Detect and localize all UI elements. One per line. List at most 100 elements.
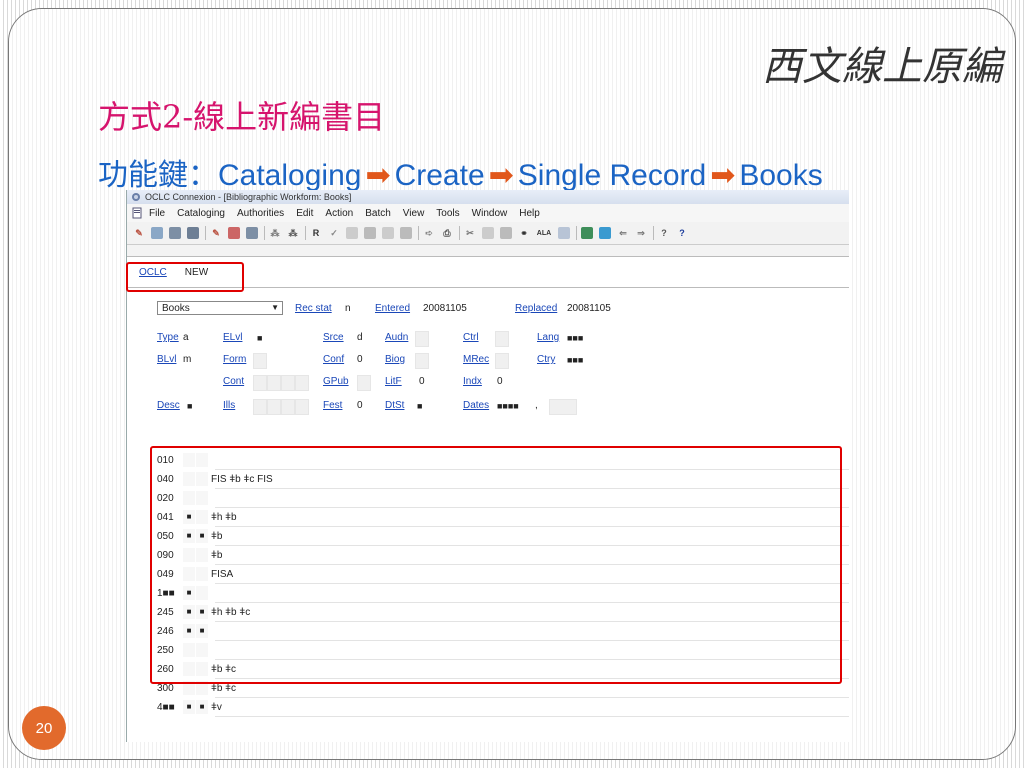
paste-icon[interactable]: [364, 227, 376, 239]
authority-browse-icon[interactable]: [228, 227, 240, 239]
field-label-rec-stat[interactable]: Rec stat: [295, 303, 332, 314]
field-label-litf[interactable]: LitF: [385, 376, 402, 387]
menu-tools[interactable]: Tools: [436, 208, 459, 219]
field-label-cont[interactable]: Cont: [223, 376, 244, 387]
field-label-form[interactable]: Form: [223, 354, 246, 365]
field-value-biog[interactable]: [415, 353, 429, 369]
binoculars-icon[interactable]: ⚭: [518, 227, 530, 239]
field-value-date2[interactable]: [549, 399, 577, 415]
view-icon[interactable]: [599, 227, 611, 239]
field-value-entered[interactable]: 20081105: [423, 303, 467, 314]
field-label-type[interactable]: Type: [157, 332, 179, 343]
field-label-mrec[interactable]: MRec: [463, 354, 489, 365]
field-label-ctry[interactable]: Ctry: [537, 354, 555, 365]
field-value-audn[interactable]: [415, 331, 429, 347]
field-value-cont[interactable]: [253, 375, 309, 391]
field-label-srce[interactable]: Srce: [323, 332, 344, 343]
field-tag[interactable]: 4■■: [157, 700, 183, 715]
ala-icon[interactable]: ALA: [536, 227, 552, 239]
indicator-2[interactable]: ■: [196, 700, 208, 715]
reformat-icon[interactable]: R: [310, 227, 322, 239]
menu-cataloging[interactable]: Cataloging: [177, 208, 225, 219]
menu-help[interactable]: Help: [519, 208, 540, 219]
field-value-dtst[interactable]: ■: [417, 401, 422, 411]
send-icon[interactable]: ➪: [423, 227, 435, 239]
find-all-icon[interactable]: [187, 227, 199, 239]
authority-find-icon[interactable]: [246, 227, 258, 239]
field-label-replaced[interactable]: Replaced: [515, 303, 557, 314]
field-label-gpub[interactable]: GPub: [323, 376, 349, 387]
forward-icon[interactable]: ⇒: [635, 227, 647, 239]
field-label-dates[interactable]: Dates: [463, 400, 489, 411]
copy2-icon[interactable]: [482, 227, 494, 239]
field-label-fest[interactable]: Fest: [323, 400, 342, 411]
field-value-desc[interactable]: ■: [187, 401, 192, 411]
menu-view[interactable]: View: [403, 208, 425, 219]
back-icon[interactable]: ⇐: [617, 227, 629, 239]
menu-action[interactable]: Action: [325, 208, 353, 219]
field-value-lang[interactable]: ■■■: [567, 333, 583, 343]
paste2-icon[interactable]: [500, 227, 512, 239]
recall-icon[interactable]: ⁂: [269, 227, 281, 239]
variable-field-row[interactable]: 4■■ ■ ■ ǂv: [157, 700, 222, 715]
format-select[interactable]: Books ▼: [157, 301, 283, 315]
arrow-right-icon: ➡: [365, 159, 391, 192]
field-content[interactable]: ǂv: [211, 700, 222, 715]
field-label-dtst[interactable]: DtSt: [385, 400, 404, 411]
field-label-ills[interactable]: Ills: [223, 400, 235, 411]
field-label-audn[interactable]: Audn: [385, 332, 408, 343]
browse-icon[interactable]: [151, 227, 163, 239]
field-value-gpub[interactable]: [357, 375, 371, 391]
field-icon[interactable]: [558, 227, 570, 239]
menu-edit[interactable]: Edit: [296, 208, 313, 219]
format-value: Books: [162, 302, 190, 314]
field-value-fest[interactable]: 0: [357, 400, 363, 411]
menu-authorities[interactable]: Authorities: [237, 208, 284, 219]
search-icon[interactable]: ✎: [133, 227, 145, 239]
field-value-conf[interactable]: 0: [357, 354, 363, 365]
field-value-ctry[interactable]: ■■■: [567, 355, 583, 365]
menu-batch[interactable]: Batch: [365, 208, 391, 219]
menu-window[interactable]: Window: [472, 208, 508, 219]
recall-list-icon[interactable]: ⁂: [287, 227, 299, 239]
field-value-form[interactable]: [253, 353, 267, 369]
field-value-replaced[interactable]: 20081105: [567, 303, 611, 314]
field-label-indx[interactable]: Indx: [463, 376, 482, 387]
field-value-litf[interactable]: 0: [419, 376, 425, 387]
field-value-ills[interactable]: [253, 399, 309, 415]
help-icon[interactable]: ?: [658, 227, 670, 239]
field-value-indx[interactable]: 0: [497, 376, 503, 387]
question-icon[interactable]: ?: [676, 227, 688, 239]
field-label-desc[interactable]: Desc: [157, 400, 180, 411]
field-value-ctrl[interactable]: [495, 331, 509, 347]
field-value-date1[interactable]: ■■■■: [497, 401, 519, 411]
field-label-lang[interactable]: Lang: [537, 332, 559, 343]
field-label-elvl[interactable]: ELvl: [223, 332, 242, 343]
delete-icon[interactable]: [400, 227, 412, 239]
function-key-path: 功能鍵：Cataloging ➡ Create ➡ Single Record ➡ Book…: [98, 150, 823, 194]
highlight-oclc-new: [126, 262, 244, 292]
find-icon[interactable]: [169, 227, 181, 239]
validate-icon[interactable]: ✓: [328, 227, 340, 239]
field-value-type[interactable]: a: [183, 332, 189, 343]
field-value-elvl[interactable]: ■: [257, 333, 262, 343]
copy-icon[interactable]: [346, 227, 358, 239]
indicator-1[interactable]: ■: [183, 700, 195, 715]
insert-icon[interactable]: [382, 227, 394, 239]
cut-icon[interactable]: ✂: [464, 227, 476, 239]
field-label-ctrl[interactable]: Ctrl: [463, 332, 479, 343]
field-value-srce[interactable]: d: [357, 332, 363, 343]
field-value-mrec[interactable]: [495, 353, 509, 369]
corner-title: 西文線上原編: [762, 44, 1002, 90]
field-label-conf[interactable]: Conf: [323, 354, 344, 365]
field-label-entered[interactable]: Entered: [375, 303, 410, 314]
page-number: 20: [22, 706, 66, 750]
menu-file[interactable]: File: [149, 208, 165, 219]
field-label-blvl[interactable]: BLvl: [157, 354, 176, 365]
field-label-biog[interactable]: Biog: [385, 354, 405, 365]
print-icon[interactable]: ⎙: [441, 227, 453, 239]
field-value-blvl[interactable]: m: [183, 354, 191, 365]
authority-search-icon[interactable]: ✎: [210, 227, 222, 239]
field-value-rec-stat[interactable]: n: [345, 303, 351, 314]
constant-icon[interactable]: [581, 227, 593, 239]
